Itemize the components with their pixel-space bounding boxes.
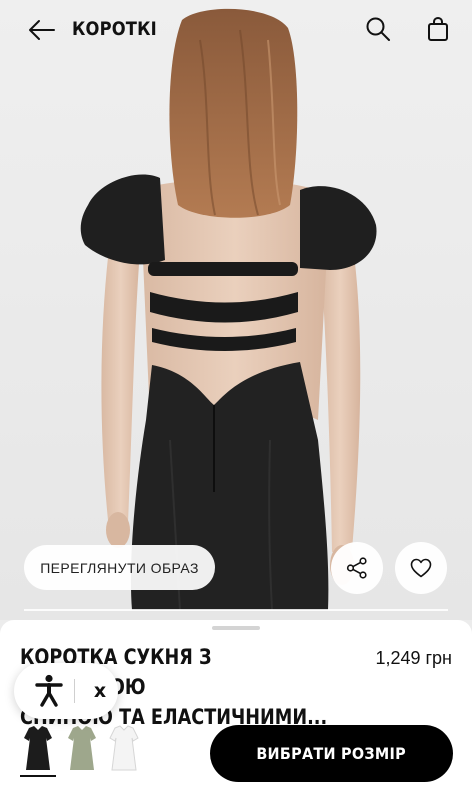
image-gallery-progress [24, 609, 448, 611]
back-button[interactable] [26, 14, 58, 46]
view-outfit-button[interactable]: ПЕРЕГЛЯНУТИ ОБРАЗ [24, 545, 215, 590]
arrow-left-icon [29, 20, 55, 40]
color-swatch-black[interactable] [20, 724, 56, 774]
accessibility-close-button[interactable]: x [86, 676, 114, 706]
dress-thumbnail-sage [68, 726, 96, 770]
dress-thumbnail-black [24, 726, 52, 770]
accessibility-button[interactable] [32, 673, 66, 709]
search-button[interactable] [362, 13, 394, 45]
product-image[interactable] [0, 0, 472, 620]
color-swatch-sage[interactable] [64, 724, 100, 774]
page-title: КОРОТКІ [72, 18, 157, 40]
dress-thumbnail-white [109, 725, 139, 771]
color-swatch-white[interactable] [106, 724, 142, 774]
select-size-label: ВИБРАТИ РОЗМІР [256, 744, 407, 763]
accessibility-person-icon [35, 674, 63, 707]
sheet-grabber[interactable] [212, 626, 260, 630]
heart-icon [410, 558, 432, 578]
share-icon [346, 557, 367, 579]
top-bar: КОРОТКІ [0, 0, 472, 62]
shopping-bag-icon [428, 16, 448, 41]
product-price: 1,249 грн [375, 648, 452, 668]
search-icon [366, 17, 390, 41]
accessibility-divider [74, 679, 75, 703]
model-back-view-photo [0, 0, 472, 620]
select-size-button[interactable]: ВИБРАТИ РОЗМІР [210, 725, 453, 782]
shopping-bag-button[interactable] [422, 13, 454, 45]
share-button[interactable] [331, 542, 383, 594]
accessibility-widget[interactable]: x [14, 663, 118, 719]
wishlist-button[interactable] [395, 542, 447, 594]
selected-color-indicator [20, 775, 56, 777]
